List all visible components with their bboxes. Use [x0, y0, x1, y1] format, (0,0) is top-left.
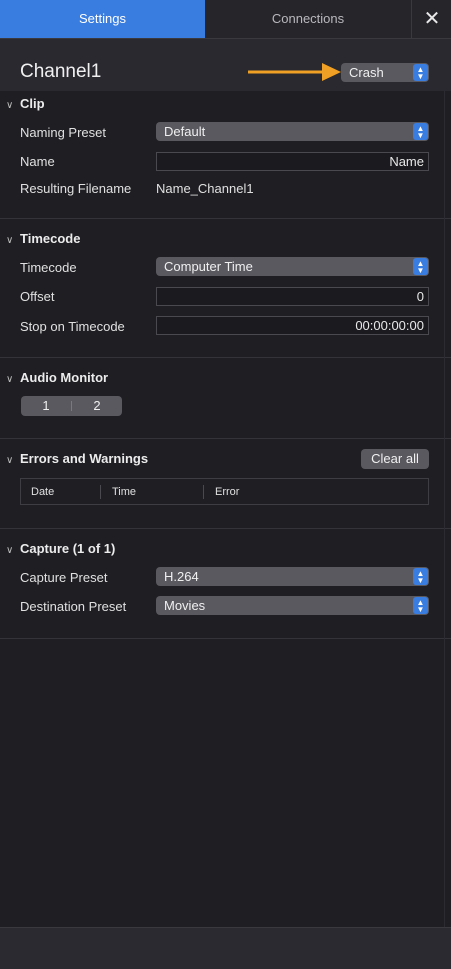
name-label: Name [20, 154, 55, 169]
timecode-section-header[interactable]: ∨ Timecode [6, 231, 80, 246]
chevron-updown-icon: ▲ ▼ [413, 64, 428, 81]
stop-on-timecode-field[interactable]: 00:00:00:00 [156, 316, 429, 335]
chevron-down-icon: ∨ [6, 374, 14, 385]
capture-preset-label: Capture Preset [20, 570, 108, 585]
tab-connections[interactable]: Connections [205, 0, 411, 38]
clear-all-button[interactable]: Clear all [361, 449, 429, 469]
channel-title: Channel1 [20, 61, 102, 82]
destination-preset-value: Movies [164, 598, 206, 613]
naming-preset-select[interactable]: Default ▲ ▼ [156, 122, 429, 141]
offset-field[interactable]: 0 [156, 287, 429, 306]
capture-preset-value: H.264 [164, 569, 199, 584]
column-separator [203, 485, 204, 499]
timecode-value: Computer Time [164, 259, 253, 274]
chevron-down-icon: ∨ [6, 545, 14, 556]
chevron-updown-icon: ▲ ▼ [413, 258, 428, 275]
errors-section-title: Errors and Warnings [20, 451, 149, 466]
capture-section-title: Capture (1 of 1) [20, 541, 116, 556]
stop-on-timecode-label: Stop on Timecode [20, 319, 125, 334]
audio-monitor-section-header[interactable]: ∨ Audio Monitor [6, 370, 108, 385]
timecode-label: Timecode [20, 260, 77, 275]
offset-label: Offset [20, 289, 55, 304]
naming-preset-label: Naming Preset [20, 125, 106, 140]
chevron-updown-icon: ▲ ▼ [413, 568, 428, 585]
audio-channel-1-segment[interactable]: 1 [21, 396, 71, 416]
audio-monitor-section-title: Audio Monitor [20, 370, 109, 385]
name-field[interactable]: Name [156, 152, 429, 171]
column-header-error[interactable]: Error [215, 486, 239, 498]
column-separator [100, 485, 101, 499]
resulting-filename-label: Resulting Filename [20, 181, 132, 196]
clip-section-title: Clip [20, 96, 45, 111]
footer-bar [0, 927, 451, 969]
tab-bar: Settings Connections ✕ [0, 0, 451, 39]
destination-preset-label: Destination Preset [20, 599, 127, 614]
naming-preset-value: Default [164, 124, 206, 139]
crash-popup[interactable]: Crash ▲ ▼ [341, 63, 429, 82]
close-icon[interactable]: ✕ [411, 0, 451, 38]
timecode-section-title: Timecode [20, 231, 81, 246]
capture-preset-select[interactable]: H.264 ▲ ▼ [156, 567, 429, 586]
arrow-annotation-icon [248, 63, 341, 81]
clip-section-header[interactable]: ∨ Clip [6, 96, 45, 111]
chevron-down-icon: ∨ [6, 455, 14, 466]
capture-section-header[interactable]: ∨ Capture (1 of 1) [6, 541, 115, 556]
audio-channel-segmented-control: 1 2 [21, 396, 122, 416]
chevron-down-icon: ∨ [6, 100, 14, 111]
column-header-date[interactable]: Date [31, 486, 54, 498]
audio-channel-2-segment[interactable]: 2 [72, 396, 122, 416]
timecode-select[interactable]: Computer Time ▲ ▼ [156, 257, 429, 276]
chevron-updown-icon: ▲ ▼ [413, 597, 428, 614]
errors-section-header[interactable]: ∨ Errors and Warnings [6, 451, 148, 466]
tab-settings[interactable]: Settings [0, 0, 205, 38]
panel-edge [444, 91, 445, 927]
crash-popup-value: Crash [349, 65, 384, 80]
destination-preset-select[interactable]: Movies ▲ ▼ [156, 596, 429, 615]
resulting-filename-value: Name_Channel1 [156, 181, 254, 196]
column-header-time[interactable]: Time [112, 486, 136, 498]
chevron-updown-icon: ▲ ▼ [413, 123, 428, 140]
chevron-down-icon: ∨ [6, 235, 14, 246]
errors-table: Date Time Error [20, 478, 429, 505]
